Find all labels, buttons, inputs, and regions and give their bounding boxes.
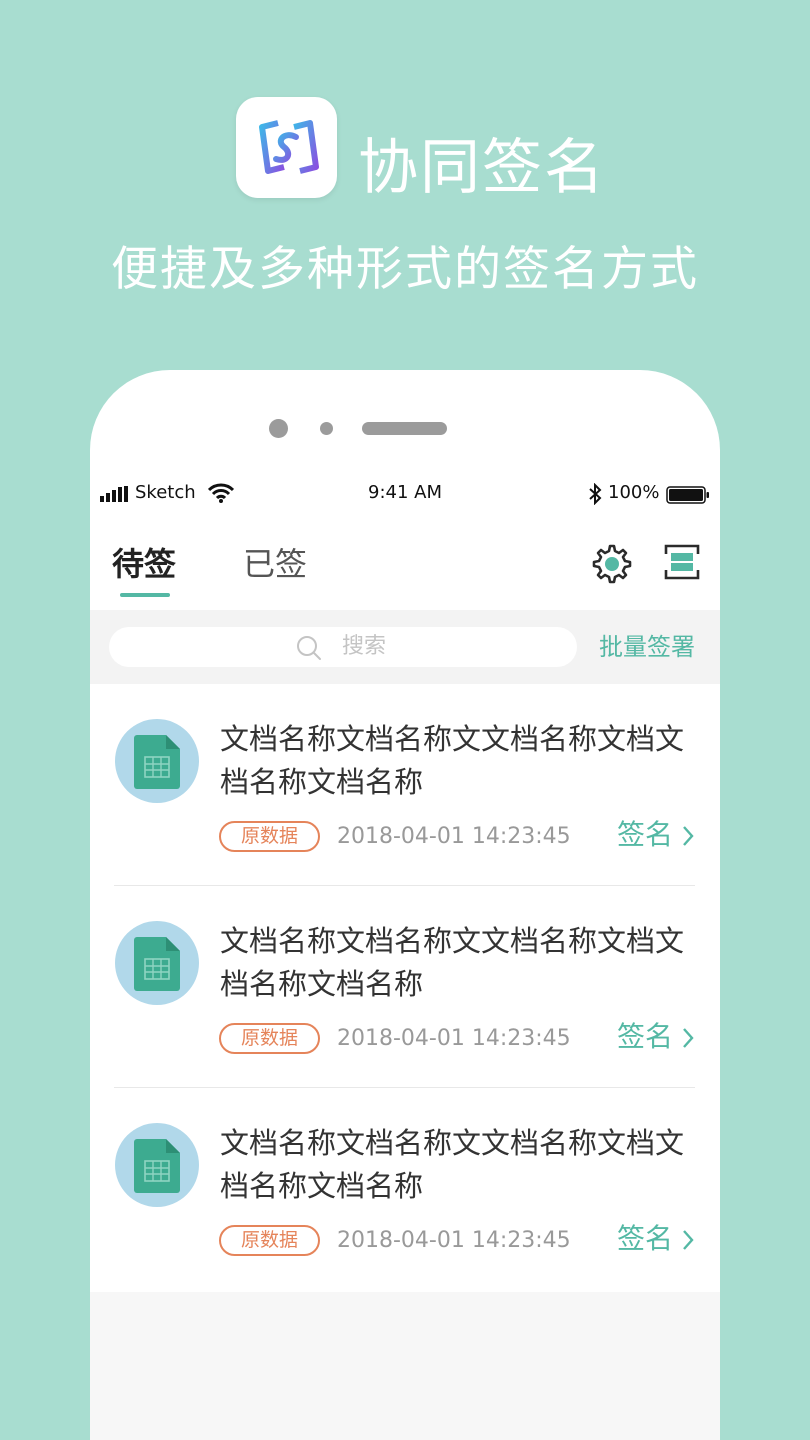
source-tag: 原数据 [219, 1023, 320, 1054]
search-input[interactable]: 搜索 [109, 627, 577, 667]
search-bar: 搜索 批量签署 [90, 610, 720, 684]
document-list: 文档名称文档名称文文档名称文档文档名称文档名称 原数据 2018-04-01 1… [90, 684, 720, 1292]
document-title: 文档名称文档名称文文档名称文档文档名称文档名称 [220, 1126, 685, 1203]
chevron-right-icon [683, 1230, 694, 1250]
document-title: 文档名称文档名称文文档名称文档文档名称文档名称 [220, 722, 685, 799]
scan-icon[interactable] [664, 544, 700, 580]
list-item[interactable]: 文档名称文档名称文文档名称文档文档名称文档名称 原数据 2018-04-01 1… [90, 684, 720, 886]
battery-percent: 100% [608, 482, 660, 503]
sign-button[interactable]: 签名 [617, 1018, 673, 1056]
proximity-sensor [320, 422, 333, 435]
document-timestamp: 2018-04-01 14:23:45 [337, 1026, 571, 1051]
phone-frame: Sketch 9:41 AM 100% 待签 已签 搜索 批量签署 文档名称文档… [90, 370, 720, 1440]
phone-top-bezel [90, 370, 720, 460]
tab-pending[interactable]: 待签 [112, 542, 176, 586]
promo-header: 协同签名 便捷及多种形式的签名方式 [0, 0, 810, 330]
tab-bar: 待签 已签 [90, 520, 720, 610]
document-timestamp: 2018-04-01 14:23:45 [337, 1228, 571, 1253]
document-timestamp: 2018-04-01 14:23:45 [337, 824, 571, 849]
empty-list-area [90, 1292, 720, 1440]
front-camera [269, 419, 288, 438]
gear-icon[interactable] [592, 544, 632, 584]
list-item[interactable]: 文档名称文档名称文文档名称文档文档名称文档名称 原数据 2018-04-01 1… [90, 1088, 720, 1290]
carrier-name: Sketch [135, 482, 196, 503]
status-time: 9:41 AM [368, 482, 442, 503]
battery-icon [666, 486, 709, 504]
document-title: 文档名称文档名称文文档名称文档文档名称文档名称 [220, 924, 685, 1001]
sign-button[interactable]: 签名 [617, 816, 673, 854]
status-bar: Sketch 9:41 AM 100% [90, 475, 720, 511]
document-icon [115, 921, 199, 1005]
chevron-right-icon [683, 1028, 694, 1048]
wifi-icon [208, 483, 234, 503]
chevron-right-icon [683, 826, 694, 846]
tab-signed[interactable]: 已签 [243, 542, 307, 586]
active-tab-indicator [120, 593, 170, 597]
batch-sign-button[interactable]: 批量签署 [599, 631, 695, 663]
search-placeholder: 搜索 [342, 634, 387, 659]
list-item[interactable]: 文档名称文档名称文文档名称文档文档名称文档名称 原数据 2018-04-01 1… [90, 886, 720, 1088]
app-logo-icon [236, 97, 337, 198]
source-tag: 原数据 [219, 1225, 320, 1256]
signal-icon [100, 486, 128, 502]
source-tag: 原数据 [219, 821, 320, 852]
search-icon [297, 636, 321, 660]
promo-tagline: 便捷及多种形式的签名方式 [111, 242, 699, 297]
document-icon [115, 719, 199, 803]
document-icon [115, 1123, 199, 1207]
earpiece-speaker [362, 422, 447, 435]
app-name: 协同签名 [358, 133, 606, 203]
bluetooth-icon [589, 483, 602, 505]
sign-button[interactable]: 签名 [617, 1220, 673, 1258]
